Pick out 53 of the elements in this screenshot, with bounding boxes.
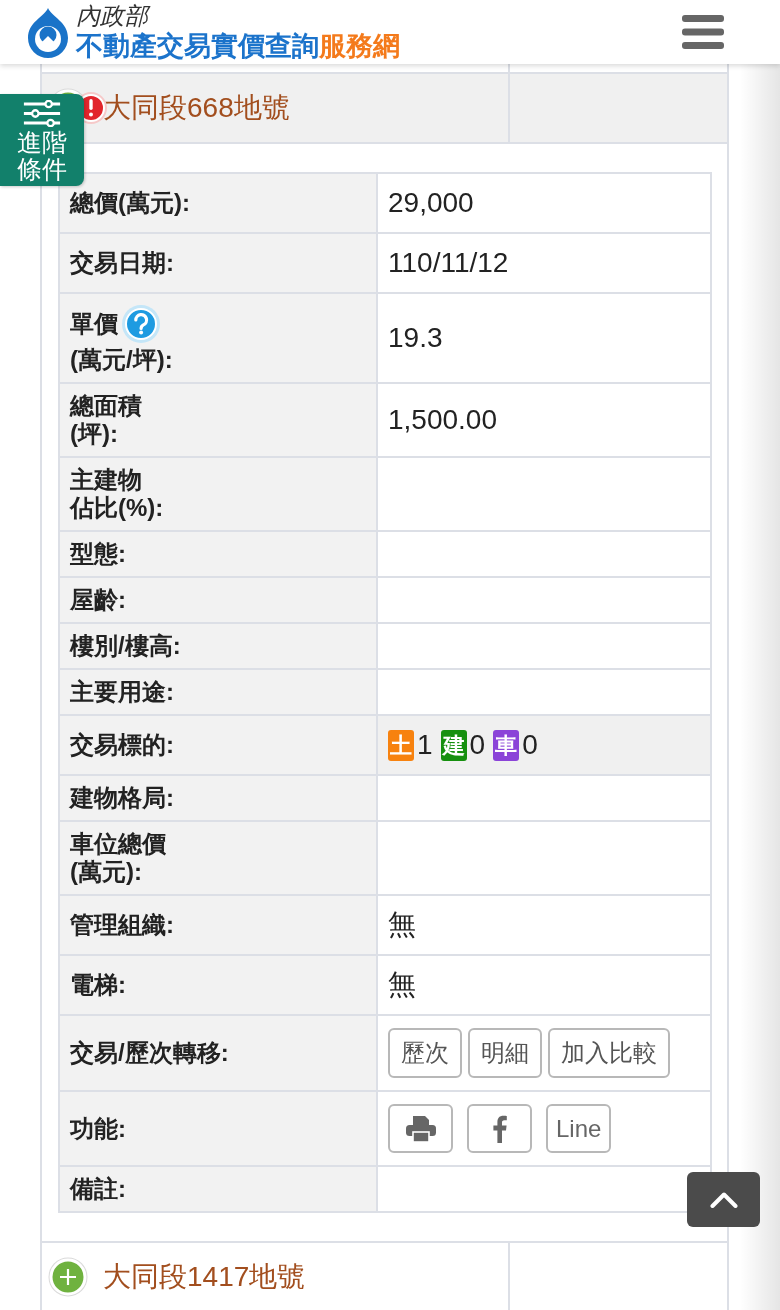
field-label: 交易標的: [70,731,174,759]
share-button[interactable] [467,1104,532,1153]
line-share-button[interactable]: Line [546,1104,612,1153]
tag-count: 0 [522,728,538,762]
field-label: 佔比(%): [70,494,164,522]
filter-button[interactable]: 進階條件 [0,94,84,186]
chevron-up-icon [709,1191,738,1208]
field-label: 主建物 [70,466,142,494]
field-label: 交易/歷次轉移: [70,1039,229,1067]
action-button[interactable]: 明細 [468,1028,542,1078]
field-value: 110/11/12 [388,247,509,278]
print-button[interactable] [388,1104,453,1153]
category-tag: 土 [388,729,414,761]
field-label: 型態: [70,540,126,568]
field-value: 1,500.00 [388,404,497,435]
field-value: 29,000 [388,187,474,218]
help-icon[interactable] [122,305,160,343]
field-label: 主要用途: [70,678,174,706]
printer-icon [405,1114,436,1143]
ministry-name: 內政部 [76,2,400,30]
scroll-top-button[interactable] [687,1172,760,1227]
action-button[interactable]: 加入比較 [548,1028,670,1078]
sliders-icon [22,100,62,127]
category-tag: 車 [493,729,520,761]
field-label: 單價 [70,310,118,338]
menu-icon [682,15,724,49]
field-value: 無 [388,909,416,940]
tag-count: 1 [417,728,433,762]
category-tag: 建 [440,729,467,761]
field-label: 車位總價 [70,830,166,858]
field-label: 交易日期: [70,249,174,277]
field-label: 建物格局: [70,784,174,812]
menu-button[interactable] [682,15,724,49]
field-label: 備註: [70,1175,126,1203]
plus-icon [48,1257,88,1297]
field-label: 屋齡: [70,586,126,614]
field-label: 功能: [70,1114,126,1143]
field-label: (萬元): [70,858,142,886]
field-label: 總價(萬元): [70,189,190,217]
tag-count: 0 [469,728,486,762]
record-title[interactable]: 大同段668地號 [103,89,290,127]
field-value: 無 [388,969,416,1000]
field-label: 電梯: [70,971,126,999]
site-title: 不動產交易實價查詢服務網 [76,30,400,62]
field-label: 管理組織: [70,911,174,939]
field-value: 19.3 [388,322,443,353]
action-button[interactable]: 歷次 [388,1028,462,1078]
record-title[interactable]: 大同段1417地號 [103,1258,306,1296]
field-label: 樓別/樓高: [70,632,181,660]
field-label: (萬元/坪): [70,346,173,374]
field-label: (坪): [70,420,118,448]
field-label: 總面積 [70,392,142,420]
f-logo-icon [492,1114,507,1143]
